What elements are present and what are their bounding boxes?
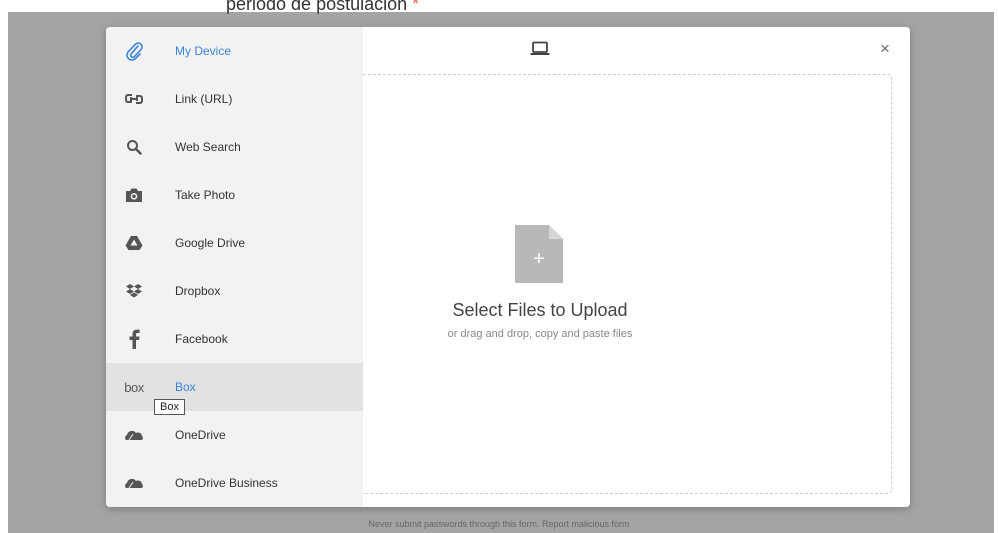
facebook-icon	[122, 327, 146, 351]
dropzone-subtitle: or drag and drop, copy and paste files	[447, 328, 633, 340]
dropbox-icon	[122, 279, 146, 303]
google-drive-icon	[122, 231, 146, 255]
sidebar-item-link-url[interactable]: Link (URL)	[106, 75, 363, 123]
sidebar-item-my-device[interactable]: My Device	[106, 27, 363, 75]
sidebar-item-take-photo[interactable]: Take Photo	[106, 171, 363, 219]
tooltip: Box	[154, 399, 185, 415]
sidebar-item-web-search[interactable]: Web Search	[106, 123, 363, 171]
paperclip-icon	[122, 39, 146, 63]
sidebar-item-facebook[interactable]: Facebook	[106, 315, 363, 363]
camera-icon	[122, 183, 146, 207]
file-dropzone[interactable]: + Select Files to Upload or drag and dro…	[363, 74, 892, 494]
sidebar-item-label: Take Photo	[175, 188, 236, 202]
sidebar-item-label: Google Drive	[175, 236, 246, 250]
link-icon	[122, 87, 146, 111]
sidebar-item-label: Link (URL)	[175, 92, 233, 106]
sidebar-item-onedrive[interactable]: OneDrive	[106, 411, 363, 459]
sidebar-item-label: Facebook	[175, 332, 228, 346]
file-add-icon: +	[515, 225, 563, 288]
sidebar-item-onedrive-business[interactable]: OneDrive Business	[106, 459, 363, 507]
laptop-icon	[530, 41, 550, 61]
file-picker-modal: My Device Link (URL) Web Search Take Pho…	[106, 27, 910, 507]
sidebar-item-label: Dropbox	[175, 284, 221, 298]
sidebar-item-box[interactable]: box Box	[106, 363, 363, 411]
sidebar-item-label: Web Search	[175, 140, 241, 154]
box-icon: box	[124, 379, 144, 395]
upload-panel: × + Select Files to Upload or drag and d…	[363, 27, 910, 507]
sidebar-item-google-drive[interactable]: Google Drive	[106, 219, 363, 267]
sidebar-item-dropbox[interactable]: Dropbox	[106, 267, 363, 315]
onedrive-business-icon	[122, 471, 146, 495]
source-sidebar: My Device Link (URL) Web Search Take Pho…	[106, 27, 363, 507]
sidebar-item-label: My Device	[175, 44, 232, 58]
sidebar-item-label: Box	[175, 380, 196, 394]
file-add-plus: +	[533, 248, 545, 270]
search-icon	[122, 135, 146, 159]
dropzone-title: Select Files to Upload	[452, 300, 628, 320]
close-button[interactable]: ×	[875, 39, 895, 59]
sidebar-item-label: OneDrive Business	[175, 476, 278, 490]
form-footer-note: Never submit passwords through this form…	[368, 519, 630, 529]
sidebar-item-label: OneDrive	[175, 428, 226, 442]
onedrive-icon	[122, 423, 146, 447]
